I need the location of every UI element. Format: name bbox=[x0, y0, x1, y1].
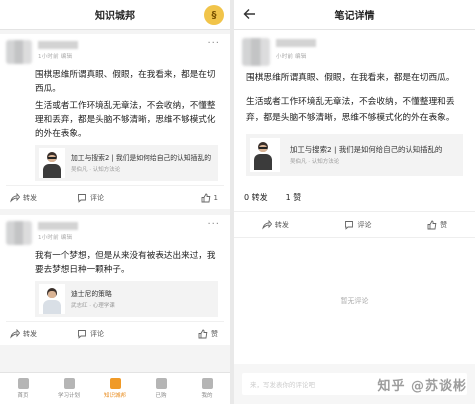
comment-button[interactable]: 评论 bbox=[77, 193, 104, 203]
forward-label: 转发 bbox=[23, 193, 37, 202]
thumbs-up-icon bbox=[198, 329, 208, 338]
tab-label: 我的 bbox=[201, 393, 213, 399]
course-thumbnail bbox=[39, 284, 65, 314]
note-detail-panel: 笔记详情 小时前 编辑 围棋思维所谓真眼、假眼，在我看来，都是在切西瓜。 生活或… bbox=[234, 0, 475, 404]
forward-button[interactable]: 转发 bbox=[10, 192, 37, 203]
note-paragraph: 我有一个梦想，但是从来没有被表达出来过，我要去梦想日种一颗种子。 bbox=[35, 251, 216, 275]
post-meta: 1小时前 编辑 bbox=[38, 235, 73, 241]
note-body: 我有一个梦想，但是从来没有被表达出来过，我要去梦想日种一颗种子。 bbox=[6, 249, 224, 277]
note-card[interactable]: 1小时前 编辑 ··· 我有一个梦想，但是从来没有被表达出来过，我要去梦想日种一… bbox=[0, 215, 230, 345]
forward-count: 0 转发 bbox=[244, 193, 268, 202]
profile-icon bbox=[201, 378, 213, 389]
purchased-icon bbox=[155, 378, 167, 389]
feed-header: 知识城邦 § bbox=[0, 0, 230, 30]
course-title: 加工与搜索2 | 我们是如何给自己的认知插乱的 bbox=[290, 145, 443, 154]
comment-button[interactable]: 评论 bbox=[344, 220, 371, 230]
tab-label: 知识城邦 bbox=[103, 393, 126, 399]
thumbs-up-icon bbox=[201, 193, 210, 202]
tab-purchased[interactable]: 已购 bbox=[138, 373, 184, 404]
tab-profile[interactable]: 我的 bbox=[184, 373, 230, 404]
watermark: 知乎 @苏谈彬 bbox=[377, 379, 467, 394]
page-title: 笔记详情 bbox=[334, 11, 375, 22]
note-body: 围棋思维所谓真眼、假眼，在我看来，都是在切西瓜。 生活或者工作环境乱无章法，不会… bbox=[6, 68, 224, 141]
page-title: 知识城邦 bbox=[95, 11, 135, 22]
note-body: 围棋思维所谓真眼、假眼，在我看来，都是在切西瓜。 生活或者工作环境乱无章法，不会… bbox=[242, 70, 469, 126]
note-detail: 小时前 编辑 围棋思维所谓真眼、假眼，在我看来，都是在切西瓜。 生活或者工作环境… bbox=[234, 30, 475, 176]
tab-label: 学习计划 bbox=[57, 393, 80, 399]
comment-button[interactable]: 评论 bbox=[77, 329, 104, 339]
forward-icon bbox=[261, 219, 272, 229]
course-thumbnail bbox=[39, 148, 65, 178]
post-meta: 小时前 编辑 bbox=[276, 54, 307, 60]
author-avatar[interactable] bbox=[6, 221, 32, 245]
more-options-icon[interactable]: ··· bbox=[207, 39, 220, 49]
author-row: 小时前 编辑 bbox=[242, 38, 469, 68]
tab-label: 首页 bbox=[17, 393, 29, 399]
comment-icon bbox=[78, 329, 86, 339]
home-icon bbox=[17, 378, 29, 389]
comment-icon bbox=[78, 193, 86, 203]
tab-knowledge-city[interactable]: 知识城邦 bbox=[92, 373, 138, 404]
course-title: 加工与搜索2 | 我们是如何给自己的认知插乱的 bbox=[71, 153, 212, 162]
more-options-icon[interactable]: ··· bbox=[207, 220, 220, 230]
tab-home[interactable]: 首页 bbox=[0, 373, 46, 404]
forward-button[interactable]: 转发 bbox=[10, 328, 37, 339]
course-reference[interactable]: 加工与搜索2 | 我们是如何给自己的认知插乱的 吴伯凡 · 认知方法论 bbox=[246, 134, 463, 176]
note-paragraph: 生活或者工作环境乱无章法，不会收纳，不懂整理和丢弃，都是头脑不够清晰，思维不够模… bbox=[35, 101, 216, 139]
course-author: 吴伯凡 · 认知方法论 bbox=[71, 166, 121, 173]
like-label: 赞 bbox=[440, 220, 448, 229]
action-bar: 转发 评论 1 bbox=[6, 185, 224, 209]
comment-label: 评论 bbox=[90, 193, 104, 202]
like-count: 1 bbox=[213, 193, 218, 202]
like-button[interactable]: 1 bbox=[201, 193, 218, 203]
note-paragraph: 围棋思维所谓真眼、假眼，在我看来，都是在切西瓜。 bbox=[246, 73, 455, 83]
feed-panel: 知识城邦 § 1小时前 编辑 ··· 围棋思维所谓真眼、假眼，在我看来，都是在切… bbox=[0, 0, 230, 404]
forward-icon bbox=[10, 328, 20, 338]
user-avatar[interactable]: § bbox=[204, 5, 224, 25]
post-meta: 1小时前 编辑 bbox=[38, 54, 73, 60]
note-paragraph: 围棋思维所谓真眼、假眼，在我看来，都是在切西瓜。 bbox=[35, 70, 216, 94]
author-name[interactable] bbox=[38, 41, 78, 49]
course-author: 吴伯凡 · 认知方法论 bbox=[290, 159, 340, 165]
forward-icon bbox=[10, 192, 20, 202]
author-row: 1小时前 编辑 ··· bbox=[6, 39, 224, 66]
course-title: 迪士尼的策略 bbox=[71, 289, 112, 298]
author-avatar[interactable] bbox=[242, 38, 270, 66]
tab-label: 已购 bbox=[155, 393, 167, 399]
like-button[interactable]: 赞 bbox=[198, 329, 218, 339]
course-thumbnail bbox=[250, 138, 280, 172]
author-name[interactable] bbox=[276, 39, 316, 47]
back-arrow-icon[interactable] bbox=[242, 6, 258, 22]
city-icon bbox=[109, 378, 121, 389]
comment-label: 评论 bbox=[90, 329, 104, 338]
plan-icon bbox=[63, 378, 75, 389]
like-button[interactable]: 赞 bbox=[427, 220, 447, 230]
forward-button[interactable]: 转发 bbox=[261, 219, 289, 230]
comment-label: 评论 bbox=[357, 220, 372, 229]
action-bar: 转发 评论 赞 bbox=[6, 321, 224, 345]
author-name[interactable] bbox=[38, 222, 78, 230]
empty-comments-text: 暂无评论 bbox=[340, 297, 369, 305]
detail-header: 笔记详情 bbox=[234, 0, 475, 30]
course-author: 武志红 · 心理学课 bbox=[71, 302, 115, 309]
bottom-tab-bar: 首页 学习计划 知识城邦 已购 我的 bbox=[0, 372, 230, 404]
note-card[interactable]: 1小时前 编辑 ··· 围棋思维所谓真眼、假眼，在我看来，都是在切西瓜。 生活或… bbox=[0, 34, 230, 209]
author-row: 1小时前 编辑 ··· bbox=[6, 220, 224, 247]
course-reference[interactable]: 迪士尼的策略 武志红 · 心理学课 bbox=[35, 281, 218, 317]
action-bar: 转发 评论 赞 bbox=[234, 212, 475, 238]
forward-label: 转发 bbox=[23, 329, 37, 338]
author-avatar[interactable] bbox=[6, 40, 32, 64]
forward-label: 转发 bbox=[274, 220, 289, 229]
like-count: 1 赞 bbox=[285, 193, 302, 202]
note-paragraph: 生活或者工作环境乱无章法，不会收纳，不懂整理和丢弃，都是头脑不够清晰，思维不够模… bbox=[246, 97, 455, 123]
tab-study-plan[interactable]: 学习计划 bbox=[46, 373, 92, 404]
thumbs-up-icon bbox=[427, 220, 437, 229]
note-stats: 0 转发 1 赞 bbox=[234, 182, 475, 212]
like-label: 赞 bbox=[211, 329, 218, 338]
comment-icon bbox=[345, 220, 354, 230]
course-reference[interactable]: 加工与搜索2 | 我们是如何给自己的认知插乱的 吴伯凡 · 认知方法论 bbox=[35, 145, 218, 181]
